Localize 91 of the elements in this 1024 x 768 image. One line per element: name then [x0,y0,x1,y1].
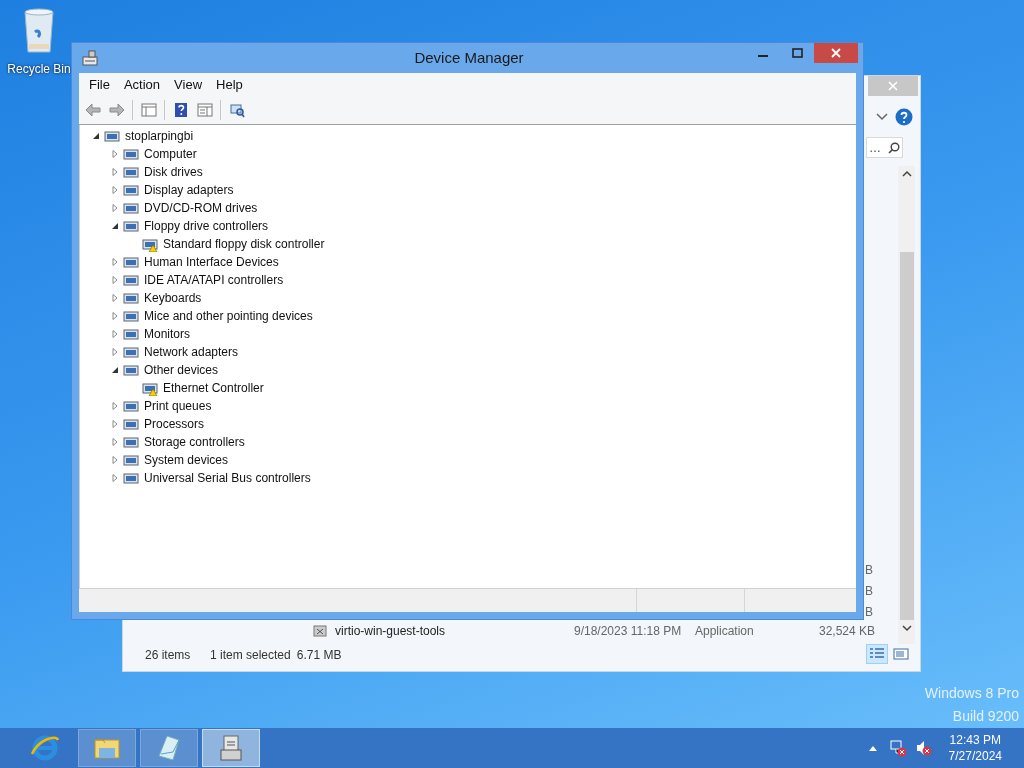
file-type: Application [695,623,755,640]
device-icon [123,452,139,468]
search-icon [888,141,900,154]
expand-arrow-icon[interactable] [111,366,119,374]
taskbar-button[interactable] [140,729,198,767]
device-icon [123,326,139,342]
menu-item[interactable]: Help [209,74,250,95]
device-icon [123,362,139,378]
taskbar-button[interactable] [78,729,136,767]
scan-hardware-icon [228,102,245,118]
tree-item[interactable]: DVD/CD-ROM drives [144,199,258,217]
tree-item[interactable]: Computer [144,145,197,163]
watermark-text: Windows 8 Pro [924,684,1019,702]
tree-item[interactable]: Mice and other pointing devices [144,307,313,325]
tree-item[interactable]: Keyboards [144,289,202,307]
preview-view-icon [893,647,909,661]
network-icon[interactable] [889,739,908,757]
search-text: … [869,139,881,157]
help-icon[interactable] [895,108,913,126]
expand-arrow-icon[interactable] [111,222,119,230]
status-text: 1 item selected [210,647,291,664]
device-icon [123,200,139,216]
watermark-text: Build 9200 [952,707,1019,725]
menu-item[interactable]: File [82,74,117,95]
help-icon [172,102,189,118]
menu-item[interactable]: Action [116,74,168,95]
show-hidden-icons-icon[interactable] [868,745,877,751]
tree-item[interactable]: stoplarpingbi [125,127,194,145]
tree-item[interactable]: Disk drives [144,163,203,181]
scroll-thumb[interactable] [899,252,914,620]
minimize-icon [758,55,768,57]
application-icon [313,624,327,638]
close-icon [831,48,841,58]
tree-item[interactable]: Network adapters [144,343,239,361]
window-title: Device Manager [413,47,525,68]
close-button[interactable] [814,43,858,63]
device-icon [123,254,139,270]
details-view-icon [869,647,885,661]
tree-item[interactable]: Floppy drive controllers [144,217,269,235]
clock[interactable]: 12:43 PM 7/27/2024 [948,732,1002,764]
file-size: 32,524 KB [817,623,875,640]
device-icon [123,164,139,180]
device-icon [123,470,139,486]
tree-item[interactable]: Universal Serial Bus controllers [144,469,311,487]
forward-icon [108,102,125,118]
file-size: B [865,604,873,621]
device-icon [123,308,139,324]
device-manager-icon [81,49,99,67]
device-icon [123,182,139,198]
file-size: B [865,583,873,600]
status-text: 26 items [145,647,192,664]
device-icon [123,272,139,288]
device-icon [123,290,139,306]
device-icon [123,398,139,414]
taskbar-button[interactable] [202,729,260,767]
back-icon [84,102,101,118]
scrollbar[interactable] [898,166,915,644]
device-icon [123,146,139,162]
close-icon [888,81,898,91]
view-button[interactable] [866,644,888,664]
clock-time: 12:43 PM [949,732,1001,748]
search-field[interactable]: … [866,137,903,158]
menu-item[interactable]: View [167,74,210,95]
desktop-icon-label[interactable]: Recycle Bin [7,60,71,78]
tree-item[interactable]: Processors [144,415,205,433]
chevron-down-icon[interactable] [876,113,888,121]
device-icon [123,434,139,450]
tree-item[interactable]: Standard floppy disk controller [163,235,325,253]
tree-item[interactable]: System devices [144,451,229,469]
tree-item[interactable]: Monitors [144,325,190,343]
tree-item[interactable]: Human Interface Devices [144,253,279,271]
tree-item[interactable]: Other devices [144,361,219,379]
device-icon [123,218,139,234]
properties-icon [196,102,213,118]
console-tree-icon [140,102,157,118]
device-icon [123,416,139,432]
tree-item[interactable]: Display adapters [144,181,234,199]
status-text: 6.71 MB [296,647,342,664]
clock-date: 7/27/2024 [948,748,1002,764]
tree-item[interactable]: Storage controllers [144,433,245,451]
volume-icon[interactable] [914,739,933,757]
tree-item[interactable]: Ethernet Controller [163,379,264,397]
file-size: B [865,562,873,579]
file-name: virtio-win-guest-tools [335,623,447,640]
maximize-icon [791,48,803,58]
device-icon [123,344,139,360]
device-icon [104,128,120,144]
tree-item[interactable]: Print queues [144,397,212,415]
file-date: 9/18/2023 11:18 PM [574,623,683,640]
expand-arrow-icon[interactable] [92,132,100,140]
tree-item[interactable]: IDE ATA/ATAPI controllers [144,271,284,289]
